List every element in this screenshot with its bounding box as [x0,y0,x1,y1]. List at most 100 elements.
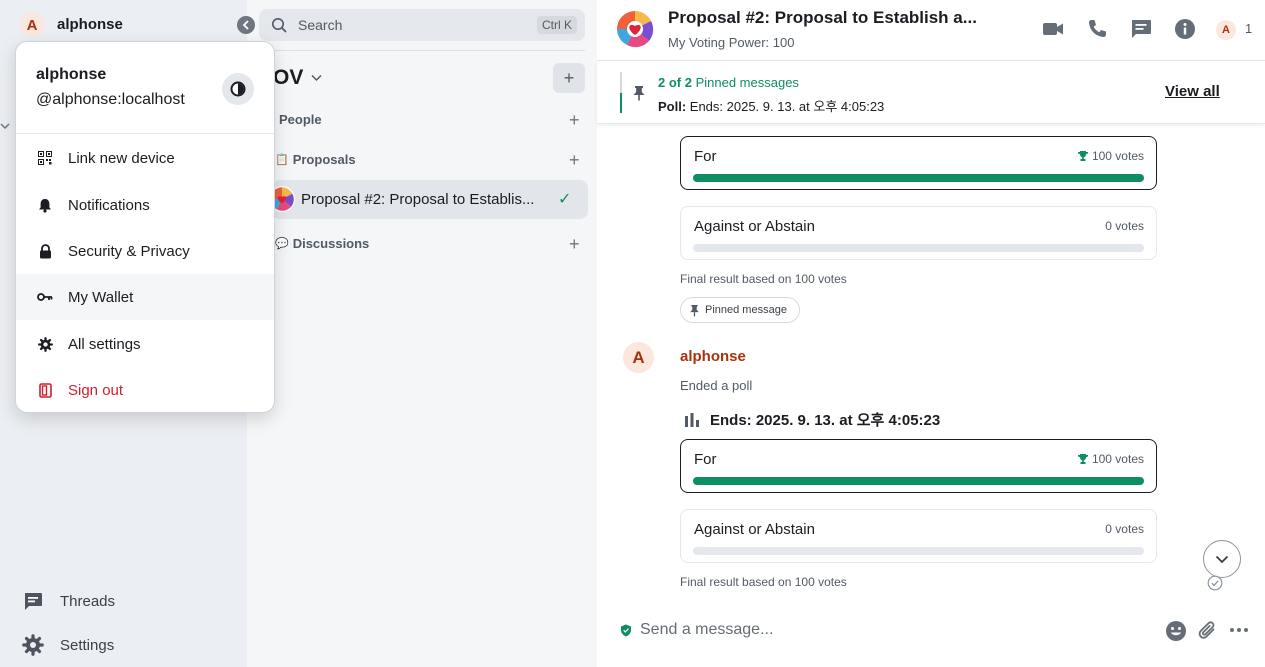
poll-final-result: Final result based on 100 votes [680,272,847,286]
voice-call-icon[interactable] [1085,17,1109,41]
poll-question-text: Ends: 2025. 9. 13. at 오후 4:05:23 [710,412,941,429]
menu-security-privacy[interactable]: Security & Privacy [16,228,274,274]
menu-divider [16,133,274,134]
member-count[interactable]: 1 [1245,21,1252,36]
add-discussion-button[interactable]: + [569,235,580,253]
trophy-icon [1077,453,1089,465]
qr-code-icon [37,150,53,166]
poll-option[interactable]: Against or Abstain 0 votes [680,509,1157,563]
menu-notifications[interactable]: Notifications [16,182,274,228]
user-name[interactable]: alphonse [57,16,123,33]
pinned-content-label: Poll: [658,99,687,114]
contrast-icon [230,81,246,97]
threads-label: Threads [60,592,116,610]
member-avatar[interactable]: A [1216,20,1236,40]
divider [259,50,585,51]
poll-option-bar-fill [693,477,1144,485]
read-receipt-icon[interactable] [1207,575,1223,591]
section-discussions[interactable]: 💬 Discussions [275,236,369,251]
menu-display-name: alphonse [36,66,107,83]
section-proposals[interactable]: 📋 Proposals [275,152,356,167]
vote-count: 100 votes [1091,452,1144,466]
poll-option-bar [693,547,1144,555]
add-proposal-button[interactable]: + [569,151,580,169]
menu-sign-out[interactable]: Sign out [16,367,274,413]
sender-avatar[interactable]: A [623,342,654,373]
collapse-sidebar-button[interactable] [237,16,255,34]
search-input[interactable]: Search Ctrl K [259,9,585,41]
poll-option-bar [693,477,1144,485]
poll-option-bar [693,174,1144,182]
gear-icon [22,634,44,656]
add-people-button[interactable]: + [569,111,580,129]
menu-all-settings[interactable]: All settings [16,321,274,367]
message-composer-input[interactable]: Send a message... [640,621,773,639]
pinned-messages-banner[interactable]: 2 of 2 Pinned messages Poll: Ends: 2025.… [597,61,1265,124]
theme-toggle-button[interactable] [222,73,254,105]
plus-icon: + [563,67,575,88]
encryption-shield-icon [620,624,632,637]
room-list-panel: Search Ctrl K OV + People + 📋 Proposals … [247,0,597,667]
section-label: Discussions [292,236,370,251]
section-label: Proposals [292,152,356,167]
menu-user-id: @alphonse:localhost [36,91,185,108]
poll-option-votes: 100 votes [1077,452,1144,466]
user-menu: alphonse @alphonse:localhost Link new de… [15,41,275,413]
chevron-left-icon [242,20,250,30]
vote-count: 0 votes [1105,219,1144,233]
poll-option-votes: 100 votes [1077,149,1144,163]
room-view: Proposal #2: Proposal to Establish a... … [597,0,1265,667]
section-people[interactable]: People [275,112,322,127]
poll-option-votes: 0 votes [1105,219,1144,233]
lock-icon [37,243,53,259]
poll-option[interactable]: For 100 votes [680,439,1157,493]
settings-button[interactable]: Settings [22,634,114,656]
bar-chart-icon [684,412,700,428]
chevron-down-icon[interactable] [0,121,10,131]
sender-name[interactable]: alphonse [680,348,746,365]
chevron-down-icon [311,74,322,82]
room-title[interactable]: Proposal #2: Proposal to Establish a... [668,8,977,28]
threads-icon [22,590,44,612]
add-room-button[interactable]: + [553,63,585,93]
menu-my-wallet[interactable]: My Wallet [16,274,274,320]
video-call-icon[interactable] [1041,17,1065,41]
space-name[interactable]: OV [273,66,322,90]
speech-bubble-emoji-icon: 💬 [275,238,289,250]
menu-item-label: Link new device [68,149,175,167]
event-summary: Ended a poll [680,378,753,393]
search-placeholder: Search [298,17,343,33]
settings-label: Settings [60,636,115,654]
poll-option-bar [693,244,1144,252]
view-all-pinned-button[interactable]: View all [1165,83,1220,100]
clipboard-emoji-icon: 📋 [275,154,289,166]
poll-option[interactable]: For 100 votes [680,136,1157,190]
poll-option[interactable]: Against or Abstain 0 votes [680,206,1157,260]
bell-icon [37,197,53,213]
emoji-icon[interactable] [1165,620,1187,642]
paperclip-icon[interactable] [1198,620,1218,642]
room-list-item-active[interactable]: Proposal #2: Proposal to Establis... ✓ [269,180,588,219]
pin-icon [689,304,700,317]
key-icon [37,289,53,305]
poll-option-votes: 0 votes [1105,522,1144,536]
pinned-content-text: Ends: 2025. 9. 13. at 오후 4:05:23 [686,99,885,114]
check-icon: ✓ [558,191,572,208]
jump-to-latest-button[interactable] [1203,540,1241,578]
space-name-label: OV [273,66,304,89]
threads-button[interactable]: Threads [22,590,115,612]
section-label: People [279,112,322,127]
search-icon [271,17,287,33]
sign-out-icon [37,382,53,398]
room-avatar[interactable] [615,9,655,49]
user-avatar[interactable]: A [20,13,44,37]
pinned-message-chip[interactable]: Pinned message [680,297,800,323]
more-options-icon[interactable] [1229,627,1249,633]
poll-option-label: For [694,451,717,468]
vote-count: 100 votes [1091,149,1144,163]
info-icon[interactable] [1173,17,1197,41]
pinned-content: Poll: Ends: 2025. 9. 13. at 오후 4:05:23 [658,96,884,115]
menu-link-new-device[interactable]: Link new device [16,135,274,181]
threads-icon[interactable] [1129,17,1153,41]
poll-option-label: For [694,148,717,165]
